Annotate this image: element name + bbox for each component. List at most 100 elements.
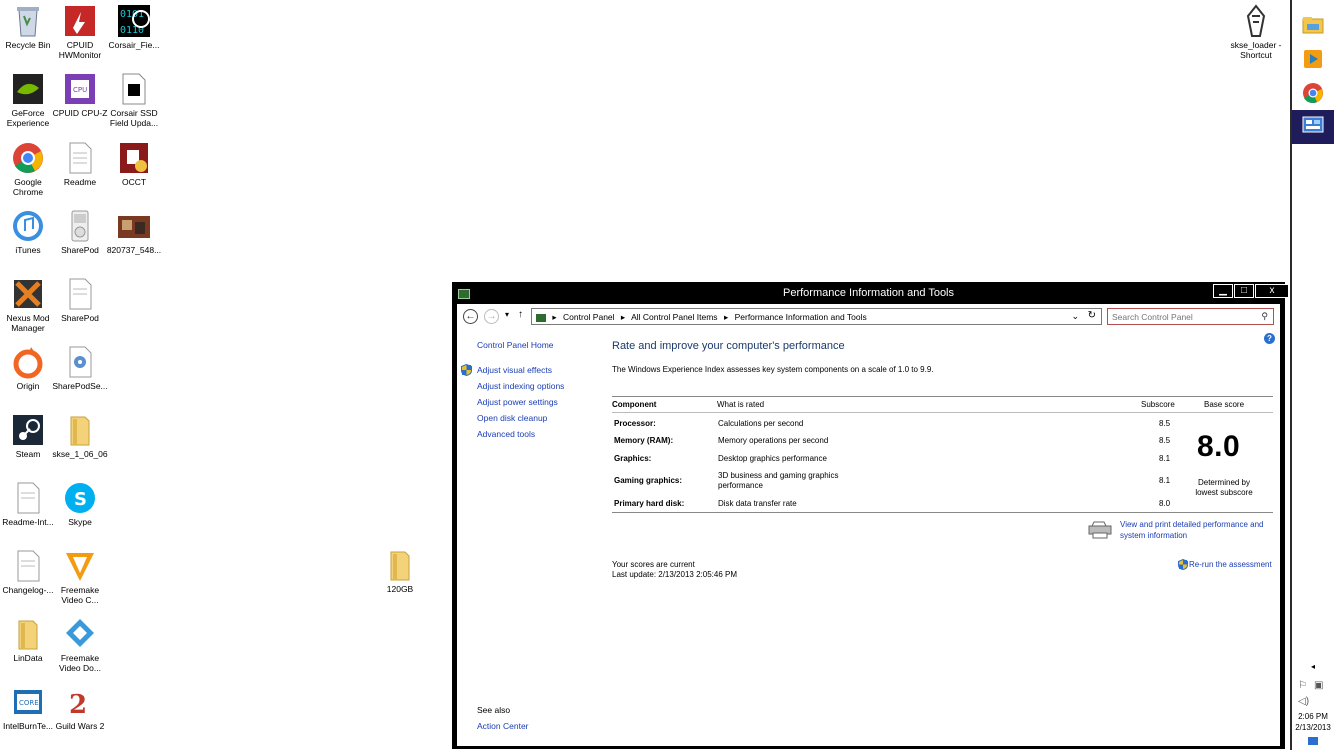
base-score-value: 8.0: [1197, 430, 1241, 463]
ipod-icon: [63, 209, 97, 243]
adjust-visual-effects-link[interactable]: Adjust visual effects: [477, 365, 552, 375]
desktop-icon-skype[interactable]: S Skype: [52, 481, 108, 527]
network-icon[interactable]: ▣: [1314, 680, 1323, 691]
taskbar-media-player[interactable]: [1292, 44, 1334, 78]
text-file-icon: [11, 549, 45, 583]
desktop-icon-recycle-bin[interactable]: Recycle Bin: [0, 4, 56, 50]
desktop-icon-cpuz[interactable]: CPU CPUID CPU-Z: [52, 72, 108, 118]
nexus-icon: [11, 277, 45, 311]
address-dropdown-icon[interactable]: ⌄: [1071, 311, 1079, 322]
breadcrumb-control-panel[interactable]: Control Panel: [563, 312, 615, 322]
icon-label: CPUID HWMonitor: [58, 40, 102, 60]
clock-time[interactable]: 2:06 PM: [1292, 712, 1334, 721]
skyrim-icon: [1239, 4, 1273, 38]
show-desktop-icon[interactable]: [1308, 737, 1318, 745]
media-player-icon: [1302, 49, 1324, 74]
icon-label: SharePod: [61, 245, 99, 255]
desktop-icon-sharepod-file[interactable]: SharePod: [52, 277, 108, 323]
up-button[interactable]: ↑: [518, 309, 523, 320]
forward-button[interactable]: →: [484, 309, 499, 324]
tray-overflow-button[interactable]: ◂: [1292, 662, 1334, 671]
image-file-icon: [117, 209, 151, 243]
help-icon[interactable]: ?: [1264, 333, 1275, 344]
search-box[interactable]: ⚲: [1107, 308, 1274, 325]
volume-icon[interactable]: ◁): [1298, 696, 1309, 707]
desktop-icon-freemake-downloader[interactable]: Freemake Video Do...: [52, 617, 108, 673]
close-button[interactable]: x: [1255, 284, 1289, 298]
rerun-assessment-link[interactable]: Re-run the assessment: [1189, 560, 1272, 569]
adjust-power-settings-link[interactable]: Adjust power settings: [477, 397, 558, 407]
control-panel-icon: [1302, 115, 1324, 140]
skype-icon: S: [63, 481, 97, 515]
view-print-details-link[interactable]: View and print detailed performance and …: [1120, 519, 1278, 541]
action-center-link[interactable]: Action Center: [477, 721, 529, 731]
desktop-icon-itunes[interactable]: iTunes: [0, 209, 56, 255]
desktop-icon-origin[interactable]: Origin: [0, 345, 56, 391]
desktop-icon-120gb[interactable]: 120GB: [372, 548, 428, 594]
clock-date[interactable]: 2/13/2013: [1292, 723, 1334, 732]
desktop-icon-sharepod[interactable]: SharePod: [52, 209, 108, 255]
desktop-icon-image[interactable]: 820737_548...: [106, 209, 162, 255]
taskbar-control-panel[interactable]: [1292, 110, 1334, 144]
breadcrumb-all-items[interactable]: All Control Panel Items: [631, 312, 717, 322]
icon-label: SharePod: [61, 313, 99, 323]
maximize-button[interactable]: □: [1234, 284, 1254, 298]
desktop-icon-sharepodse[interactable]: SharePodSe...: [52, 345, 108, 391]
desktop-icon-skse-loader[interactable]: skse_loader - Shortcut: [1228, 4, 1284, 60]
hwmonitor-icon: [63, 4, 97, 38]
origin-icon: [11, 345, 45, 379]
text-file-icon: [11, 481, 45, 515]
control-panel-home-link[interactable]: Control Panel Home: [477, 340, 554, 350]
folder-icon: [63, 413, 97, 447]
row-subscore: 8.1: [1159, 454, 1171, 463]
desktop-icon-corsair-ssd[interactable]: Corsair SSD Field Upda...: [106, 72, 162, 128]
desktop-icon-readme[interactable]: Readme: [52, 141, 108, 187]
desktop-icon-steam[interactable]: Steam: [0, 413, 56, 459]
corsair-ssd-icon: [117, 72, 151, 106]
advanced-tools-link[interactable]: Advanced tools: [477, 429, 535, 439]
adjust-indexing-options-link[interactable]: Adjust indexing options: [477, 381, 564, 391]
desktop-icon-freemake-converter[interactable]: Freemake Video C...: [52, 549, 108, 605]
desktop-icon-guildwars[interactable]: 2 Guild Wars 2: [52, 685, 108, 731]
icon-label: Origin: [16, 381, 40, 391]
folder-icon: [11, 617, 45, 651]
title-bar[interactable]: Performance Information and Tools ▁ □ x: [453, 283, 1289, 304]
column-header-rated: What is rated: [717, 400, 765, 409]
breadcrumb-current[interactable]: Performance Information and Tools: [735, 312, 867, 322]
desktop-icon-corsair-fie[interactable]: 0101 0110 Corsair_Fie...: [106, 4, 162, 50]
freemake-downloader-icon: [63, 617, 97, 651]
breadcrumb-separator: ▸: [723, 312, 729, 322]
desktop-icon-readme-int[interactable]: Readme-Int...: [0, 481, 56, 527]
desktop-icon-nexus[interactable]: Nexus Mod Manager: [0, 277, 56, 333]
desktop-icon-skse[interactable]: skse_1_06_06: [52, 413, 108, 459]
open-disk-cleanup-link[interactable]: Open disk cleanup: [477, 413, 547, 423]
address-bar[interactable]: ▸ Control Panel ▸ All Control Panel Item…: [531, 308, 1102, 325]
desktop-icon-changelog[interactable]: Changelog-...: [0, 549, 56, 595]
search-icon[interactable]: ⚲: [1261, 311, 1268, 322]
desktop-icon-hwmonitor[interactable]: CPUID HWMonitor: [52, 4, 108, 60]
svg-text:2: 2: [69, 690, 87, 719]
svg-text:S: S: [74, 489, 87, 510]
icon-label: LinData: [13, 653, 43, 663]
desktop-icon-lindata[interactable]: LinData: [0, 617, 56, 663]
itunes-icon: [11, 209, 45, 243]
minimize-button[interactable]: ▁: [1213, 284, 1233, 298]
back-button[interactable]: ←: [463, 309, 478, 324]
flag-icon[interactable]: ⚐: [1298, 680, 1307, 691]
row-rated: Calculations per second: [718, 419, 804, 428]
taskbar-chrome[interactable]: [1292, 78, 1334, 112]
refresh-icon[interactable]: ↻: [1088, 310, 1096, 321]
search-input[interactable]: [1112, 312, 1252, 322]
row-rated: Memory operations per second: [718, 436, 829, 445]
taskbar-file-explorer[interactable]: [1292, 10, 1334, 44]
row-subscore: 8.0: [1159, 499, 1171, 508]
desktop-icon-chrome[interactable]: Google Chrome: [0, 141, 56, 197]
icon-label: Readme: [63, 177, 97, 187]
recent-pages-dropdown-icon[interactable]: ▾: [505, 310, 509, 319]
icon-label: skse_1_06_06: [52, 449, 108, 459]
desktop-icon-geforce[interactable]: GeForce Experience: [0, 72, 56, 128]
desktop-icon-intelburntest[interactable]: CORE IntelBurnTe...: [0, 685, 56, 731]
icon-label: Nexus Mod Manager: [6, 313, 50, 333]
icon-label: Guild Wars 2: [55, 721, 105, 731]
desktop-icon-occt[interactable]: OCCT: [106, 141, 162, 187]
